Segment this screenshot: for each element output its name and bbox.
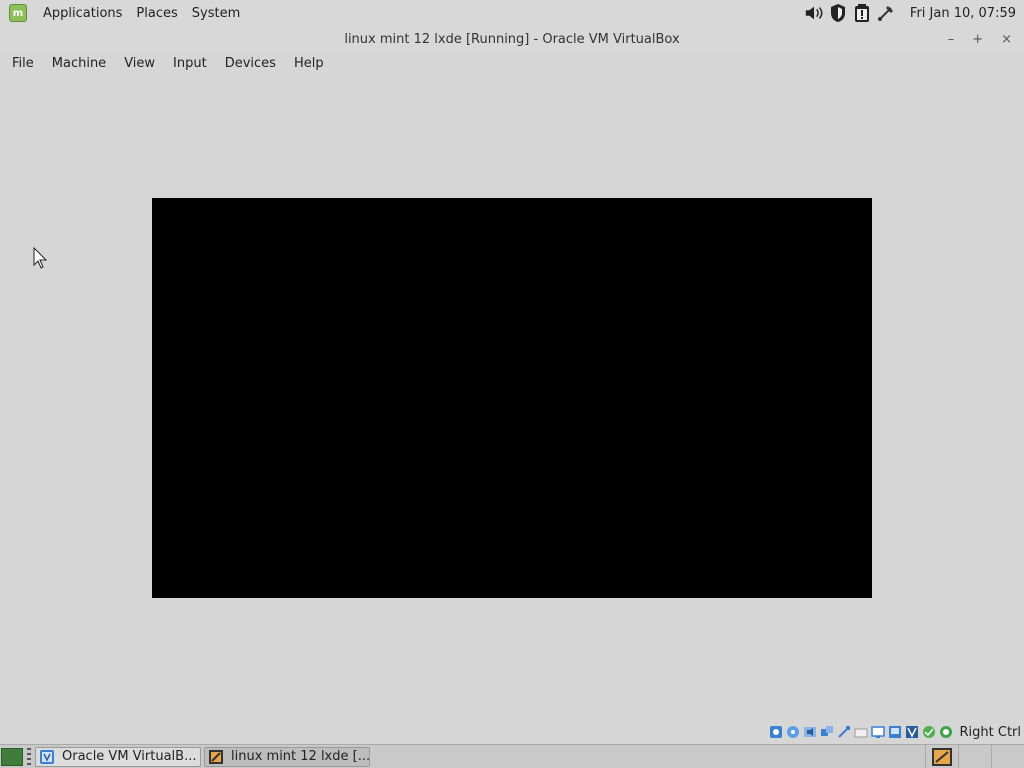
clipboard-alert-icon[interactable]: [852, 3, 872, 23]
menu-system[interactable]: System: [185, 6, 247, 21]
optical-drive-icon[interactable]: [786, 725, 801, 740]
volume-icon[interactable]: [804, 3, 824, 23]
vm-status-bar: Right Ctrl: [0, 722, 1024, 742]
mint-logo-icon[interactable]: m: [9, 4, 27, 22]
clock[interactable]: Fri Jan 10, 07:59: [898, 6, 1024, 21]
taskbar-grip[interactable]: [27, 747, 31, 766]
window-controls: – + ×: [948, 26, 1012, 52]
taskbar-tray: [925, 745, 1024, 768]
audio-icon[interactable]: [803, 725, 818, 740]
menu-applications[interactable]: Applications: [36, 6, 129, 21]
host-key-label[interactable]: Right Ctrl: [955, 725, 1024, 740]
taskbar: Oracle VM VirtualB... linux mint 12 lxde…: [0, 744, 1024, 768]
menu-input[interactable]: Input: [164, 56, 216, 71]
system-tray: Fri Jan 10, 07:59: [802, 0, 1024, 26]
menu-places[interactable]: Places: [129, 6, 184, 21]
vm-display[interactable]: [152, 198, 872, 598]
shared-folders-icon[interactable]: [854, 725, 869, 740]
mouse-integration-icon[interactable]: [939, 725, 954, 740]
vm-window-icon: [209, 749, 223, 764]
menu-help[interactable]: Help: [285, 56, 333, 71]
task-label: Oracle VM VirtualB...: [62, 749, 197, 764]
mouse-pointer-icon: [33, 246, 48, 273]
task-label: linux mint 12 lxde [...: [231, 749, 370, 764]
virtualbox-icon: [40, 749, 54, 764]
workspace-switcher-icon[interactable]: [958, 745, 991, 768]
menu-view[interactable]: View: [115, 56, 164, 71]
show-desktop-button[interactable]: [1, 747, 23, 766]
recording-icon[interactable]: [905, 725, 920, 740]
task-virtualbox-manager[interactable]: Oracle VM VirtualB...: [35, 746, 201, 767]
network-icon[interactable]: [876, 3, 896, 23]
window-title: linux mint 12 lxde [Running] - Oracle VM…: [344, 31, 680, 47]
menu-machine[interactable]: Machine: [43, 56, 115, 71]
minimize-button[interactable]: –: [948, 32, 955, 47]
window-titlebar[interactable]: linux mint 12 lxde [Running] - Oracle VM…: [0, 26, 1024, 52]
vm-window-icon[interactable]: [925, 745, 958, 768]
virtualization-icon[interactable]: [922, 725, 937, 740]
menu-devices[interactable]: Devices: [216, 56, 285, 71]
top-panel: m Applications Places System Fri Jan 10,…: [0, 0, 1024, 26]
workspace-switcher-icon[interactable]: [991, 745, 1024, 768]
task-vm-window[interactable]: linux mint 12 lxde [...: [204, 746, 370, 767]
shield-icon[interactable]: [828, 3, 848, 23]
network-icon[interactable]: [820, 725, 835, 740]
menu-file[interactable]: File: [0, 56, 43, 71]
usb-icon[interactable]: [837, 725, 852, 740]
video-capture-icon[interactable]: [888, 725, 903, 740]
display-icon[interactable]: [871, 725, 886, 740]
hard-disk-icon[interactable]: [769, 725, 784, 740]
maximize-button[interactable]: +: [972, 32, 983, 47]
close-button[interactable]: ×: [1001, 32, 1012, 47]
menubar: File Machine View Input Devices Help: [0, 52, 1024, 74]
